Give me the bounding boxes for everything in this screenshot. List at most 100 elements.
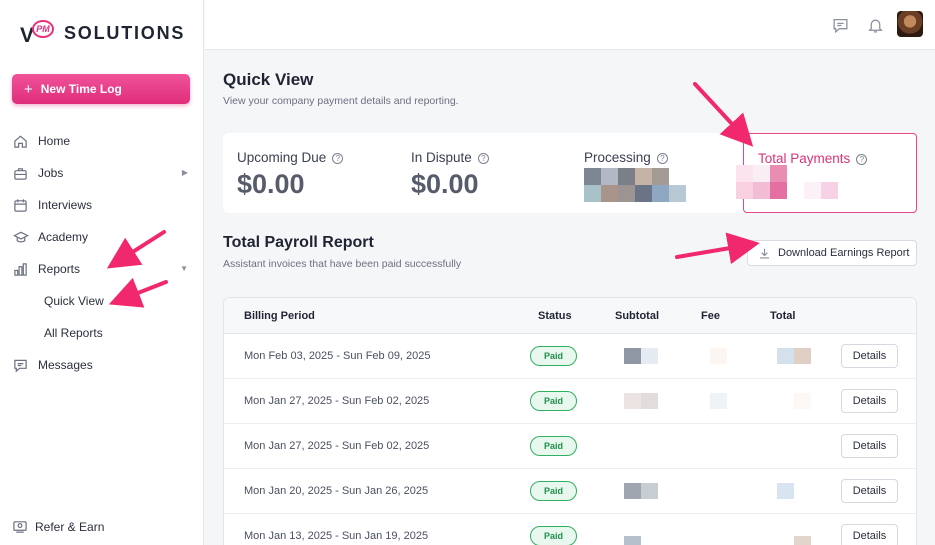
logo-pm: PM xyxy=(32,20,54,38)
chevron-down-icon: ▼ xyxy=(180,264,188,273)
status-badge: Paid xyxy=(530,436,577,456)
top-bar xyxy=(205,0,935,50)
billing-period: Mon Jan 27, 2025 - Sun Feb 02, 2025 xyxy=(244,440,430,452)
redacted-total xyxy=(794,393,811,409)
home-icon xyxy=(12,133,29,150)
sidebar-nav: Home Jobs ▶ Interviews Academy Reports ▼… xyxy=(0,125,204,381)
bar-chart-icon xyxy=(12,261,29,278)
column-header: Total xyxy=(770,310,796,322)
column-header: Subtotal xyxy=(615,310,659,322)
download-label: Download Earnings Report xyxy=(778,247,910,259)
stat-value: $0.00 xyxy=(411,169,479,199)
redacted-subtotal xyxy=(624,483,641,499)
sidebar-item-jobs[interactable]: Jobs ▶ xyxy=(0,157,204,189)
status-badge: Paid xyxy=(530,346,577,366)
report-title: Total Payroll Report xyxy=(223,234,374,251)
stat-upcoming-due: Upcoming Due? $0.00 xyxy=(223,133,397,213)
redacted-subtotal xyxy=(624,348,641,364)
new-time-log-button[interactable]: + New Time Log xyxy=(12,74,190,104)
sidebar-subitem-label: Quick View xyxy=(44,294,104,308)
details-button[interactable]: Details xyxy=(841,479,898,503)
help-icon[interactable]: ? xyxy=(856,154,868,165)
details-button[interactable]: Details xyxy=(841,389,898,413)
billing-period: Mon Jan 20, 2025 - Sun Jan 26, 2025 xyxy=(244,485,429,497)
sidebar-item-reports[interactable]: Reports ▼ xyxy=(0,253,204,285)
status-badge: Paid xyxy=(530,526,577,545)
help-icon[interactable]: ? xyxy=(656,153,668,164)
sidebar-item-label: Messages xyxy=(38,358,93,372)
table-header: Billing Period Status Subtotal Fee Total xyxy=(224,298,916,334)
help-icon[interactable]: ? xyxy=(332,153,344,164)
refer-label: Refer & Earn xyxy=(35,519,105,534)
chat-icon[interactable] xyxy=(831,16,849,34)
sidebar-item-academy[interactable]: Academy xyxy=(0,221,204,253)
sidebar-item-label: Academy xyxy=(38,230,89,244)
stat-label: Processing? xyxy=(584,150,668,165)
column-header: Billing Period xyxy=(244,310,315,322)
sidebar: V PM SOLUTIONS + New Time Log Home Jobs … xyxy=(0,0,204,545)
column-header: Status xyxy=(538,310,572,322)
logo-mark: V PM xyxy=(20,20,64,47)
user-avatar[interactable] xyxy=(897,11,923,37)
redacted-total xyxy=(777,348,794,364)
sidebar-subitem-label: All Reports xyxy=(44,326,103,340)
redacted-subtotal xyxy=(641,348,658,364)
help-icon[interactable]: ? xyxy=(477,153,489,164)
bell-icon[interactable] xyxy=(866,16,884,34)
table-row: Mon Feb 03, 2025 - Sun Feb 09, 2025 Paid… xyxy=(224,334,916,379)
table-row: Mon Jan 13, 2025 - Sun Jan 19, 2025 Paid… xyxy=(224,514,916,545)
page-subtitle: View your company payment details and re… xyxy=(223,95,459,107)
message-icon xyxy=(12,357,29,374)
sidebar-item-label: Jobs xyxy=(38,166,64,180)
refer-icon xyxy=(12,518,29,535)
redacted-total xyxy=(777,483,794,499)
new-time-log-label: New Time Log xyxy=(40,82,122,96)
sidebar-item-label: Interviews xyxy=(38,198,93,212)
redacted-fee xyxy=(710,348,727,364)
sidebar-subitem-quick-view[interactable]: Quick View xyxy=(0,285,204,317)
redacted-subtotal xyxy=(624,393,641,409)
redacted-subtotal xyxy=(624,536,641,545)
sidebar-item-label: Home xyxy=(38,134,71,148)
download-icon xyxy=(758,247,771,260)
stat-label: Upcoming Due? xyxy=(237,150,344,165)
column-header: Fee xyxy=(701,310,720,322)
table-row: Mon Jan 27, 2025 - Sun Feb 02, 2025 Paid… xyxy=(224,424,916,469)
stat-in-dispute: In Dispute? $0.00 xyxy=(397,133,570,213)
details-button[interactable]: Details xyxy=(841,524,898,545)
redacted-subtotal xyxy=(641,483,658,499)
stats-card: Upcoming Due? $0.00 In Dispute? $0.00 Pr… xyxy=(223,133,917,213)
details-button[interactable]: Details xyxy=(841,344,898,368)
sidebar-item-messages[interactable]: Messages xyxy=(0,349,204,381)
main-content: Quick View View your company payment det… xyxy=(205,50,935,545)
billing-period: Mon Jan 13, 2025 - Sun Jan 19, 2025 xyxy=(244,530,429,542)
page-title: Quick View xyxy=(223,70,314,89)
download-earnings-report-button[interactable]: Download Earnings Report xyxy=(747,240,917,266)
stat-processing: Processing? xyxy=(570,133,743,213)
stat-total-payments: Total Payments? xyxy=(736,133,917,213)
calendar-icon xyxy=(12,197,29,214)
redacted-total xyxy=(794,536,811,545)
logo-text: SOLUTIONS xyxy=(64,22,186,43)
payroll-table: Billing Period Status Subtotal Fee Total… xyxy=(223,297,917,545)
stat-value: $0.00 xyxy=(237,169,305,199)
stat-label: In Dispute? xyxy=(411,150,489,165)
sidebar-subitem-all-reports[interactable]: All Reports xyxy=(0,317,204,349)
chevron-right-icon: ▶ xyxy=(181,168,188,177)
plus-icon: + xyxy=(24,80,33,98)
table-row: Mon Jan 20, 2025 - Sun Jan 26, 2025 Paid… xyxy=(224,469,916,514)
status-badge: Paid xyxy=(530,391,577,411)
sidebar-item-interviews[interactable]: Interviews xyxy=(0,189,204,221)
refer-and-earn-link[interactable]: Refer & Earn xyxy=(12,518,104,535)
redacted-fee xyxy=(710,393,727,409)
report-subtitle: Assistant invoices that have been paid s… xyxy=(223,258,462,270)
redacted-subtotal xyxy=(641,393,658,409)
briefcase-icon xyxy=(12,165,29,182)
billing-period: Mon Feb 03, 2025 - Sun Feb 09, 2025 xyxy=(244,350,431,362)
brand-logo[interactable]: V PM SOLUTIONS xyxy=(20,20,186,47)
billing-period: Mon Jan 27, 2025 - Sun Feb 02, 2025 xyxy=(244,395,430,407)
sidebar-item-home[interactable]: Home xyxy=(0,125,204,157)
details-button[interactable]: Details xyxy=(841,434,898,458)
table-row: Mon Jan 27, 2025 - Sun Feb 02, 2025 Paid… xyxy=(224,379,916,424)
stat-label: Total Payments? xyxy=(758,151,868,166)
